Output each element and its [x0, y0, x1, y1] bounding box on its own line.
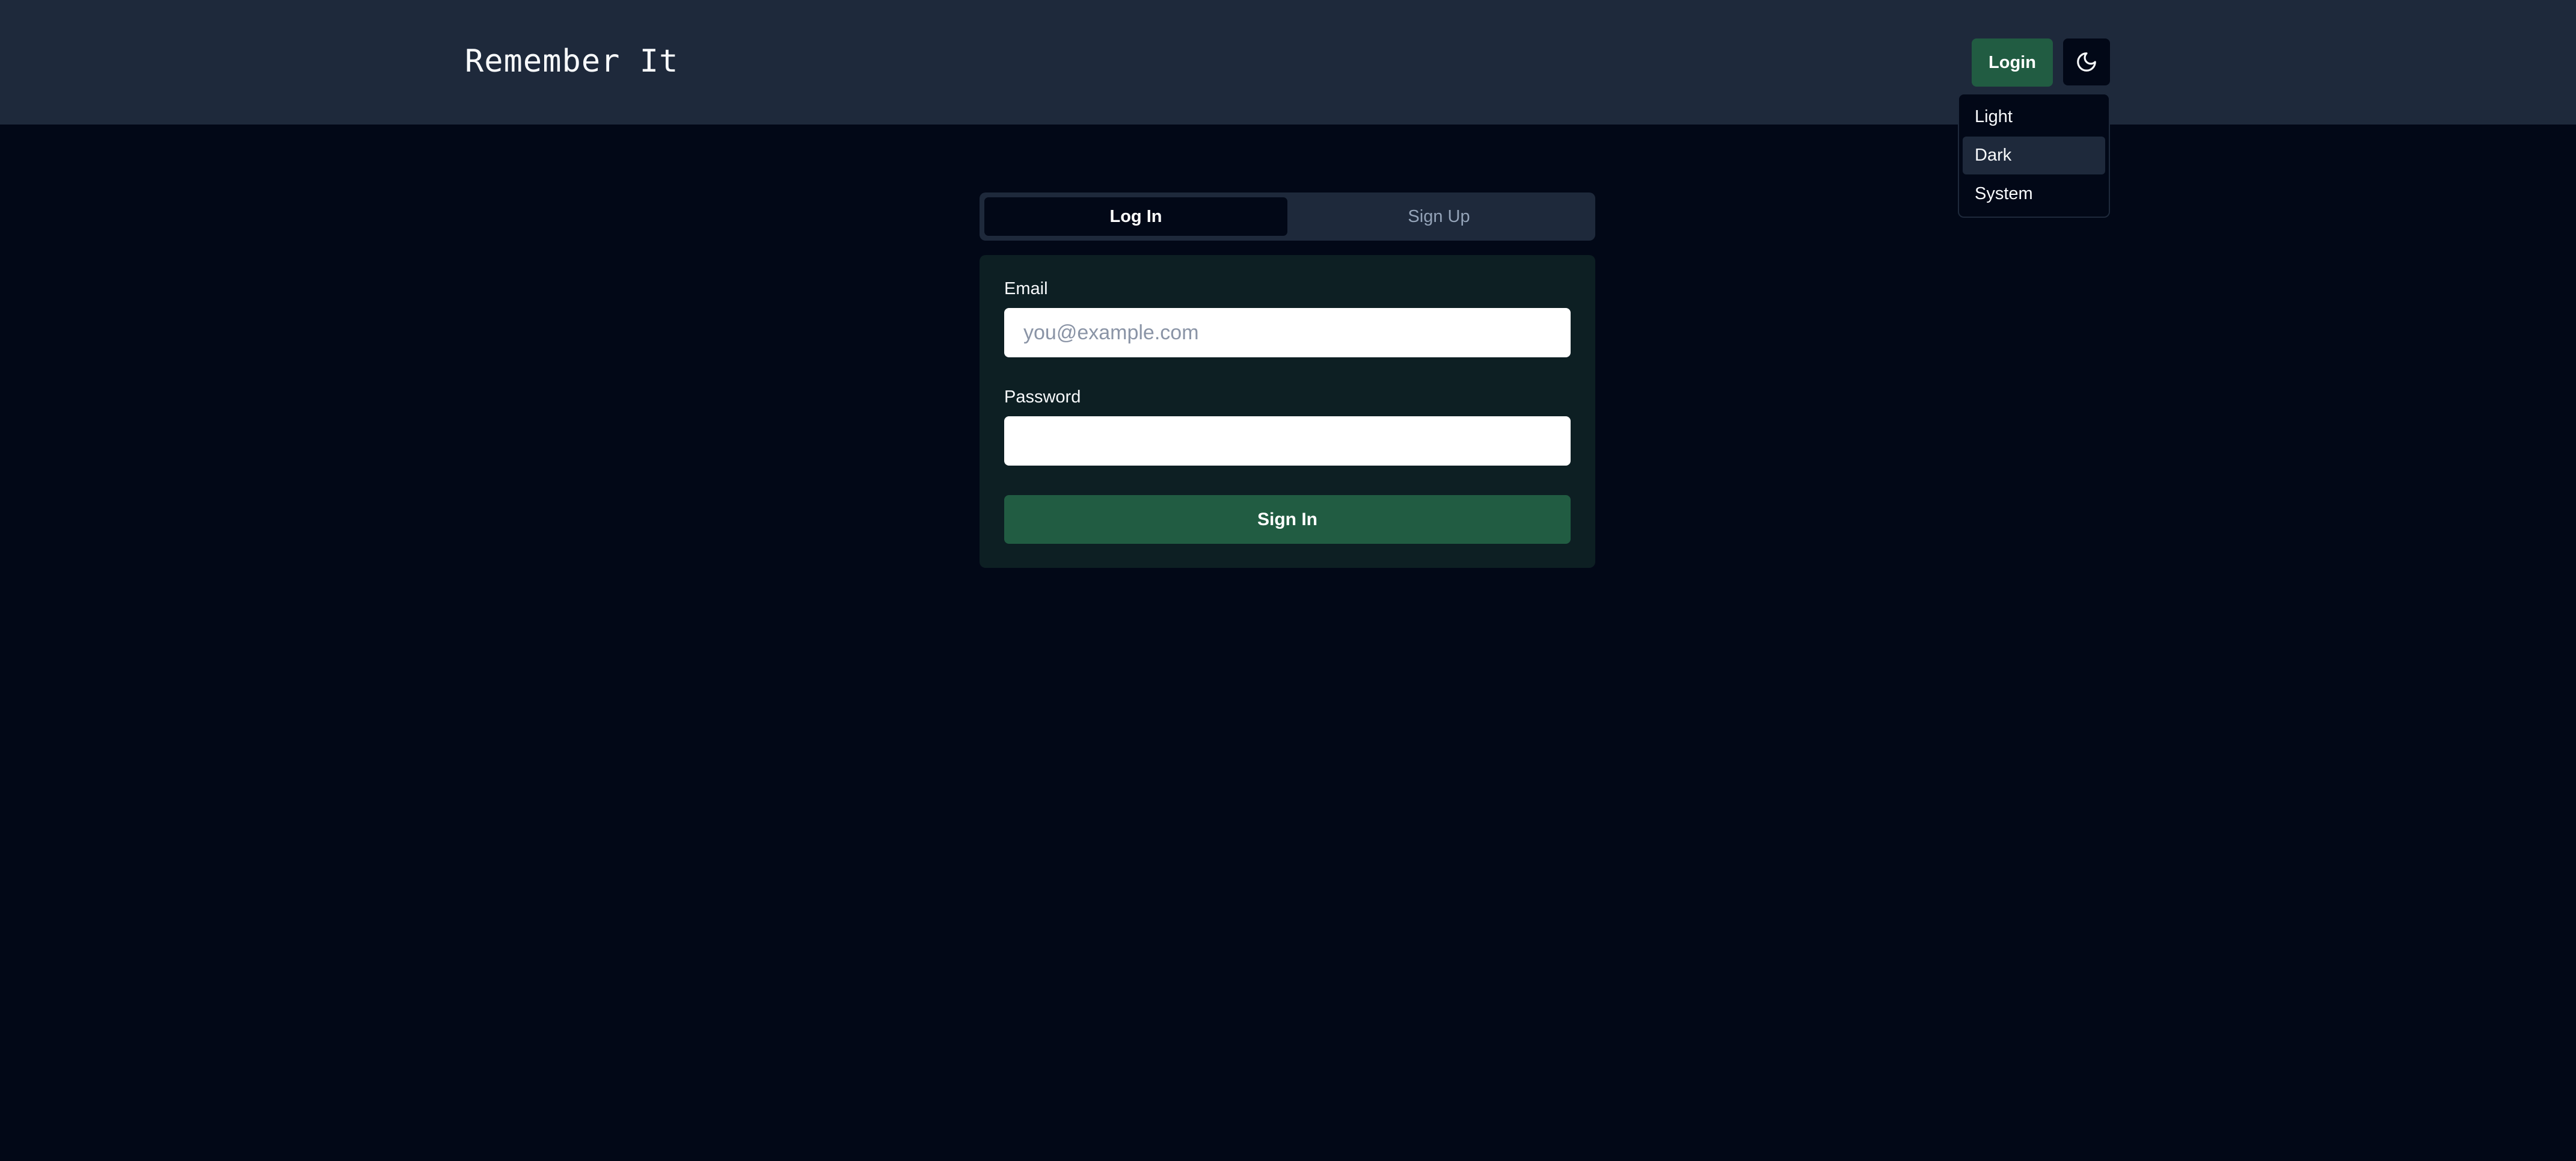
- theme-toggle-button[interactable]: [2063, 38, 2110, 85]
- email-label: Email: [1004, 279, 1048, 298]
- login-button[interactable]: Login: [1972, 38, 2053, 87]
- email-field[interactable]: [1004, 308, 1571, 357]
- top-header: Remember It Login: [0, 0, 2576, 125]
- sign-in-button[interactable]: Sign In: [1004, 495, 1571, 544]
- theme-option-dark[interactable]: Dark: [1963, 137, 2105, 174]
- password-field[interactable]: [1004, 416, 1571, 466]
- theme-option-system[interactable]: System: [1963, 175, 2105, 213]
- theme-option-light[interactable]: Light: [1963, 98, 2105, 136]
- auth-tabs: Log In Sign Up: [980, 192, 1595, 241]
- tab-sign-up[interactable]: Sign Up: [1287, 197, 1590, 236]
- tab-log-in[interactable]: Log In: [984, 197, 1287, 236]
- moon-icon: [2077, 52, 2096, 72]
- app-title: Remember It: [465, 43, 679, 79]
- password-label: Password: [1004, 387, 1081, 407]
- login-form-card: Email Password Sign In: [980, 255, 1595, 568]
- theme-dropdown-menu: Light Dark System: [1958, 93, 2110, 218]
